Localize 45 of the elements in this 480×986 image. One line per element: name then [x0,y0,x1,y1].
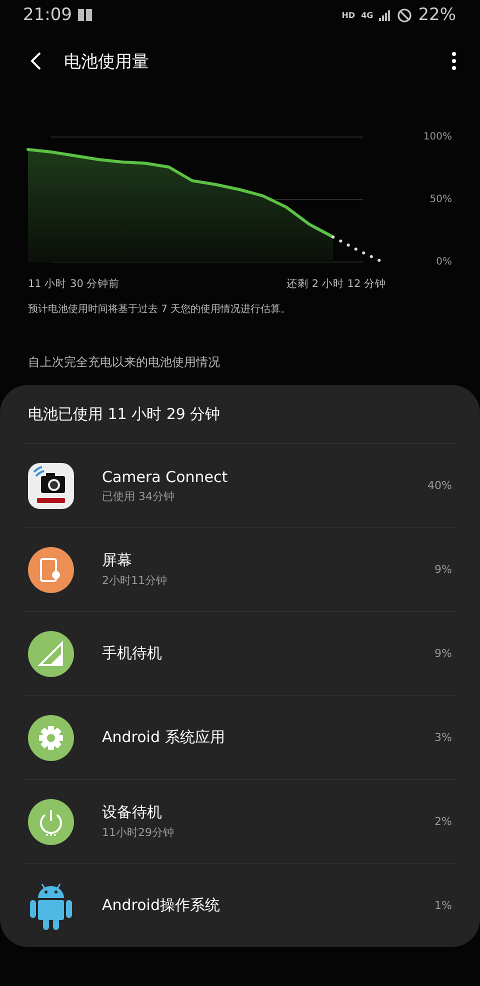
signal-icon [379,10,392,20]
usage-percent: 3% [434,731,452,744]
usage-percent: 40% [428,479,452,492]
usage-summary: 电池已使用 11 小时 29 分钟 [27,404,222,425]
more-options-icon [452,52,456,70]
app-usage-row[interactable]: 手机待机 9% [24,611,456,695]
app-usage-row[interactable]: 屏幕 2小时11分钟 9% [24,527,456,611]
usage-percent: 9% [434,647,452,660]
usage-percent: 2% [434,815,452,828]
usage-percent: 9% [434,563,452,576]
axis-label: 11 小时 30 分钟前 [28,278,120,290]
axis-label: 还剩 2 小时 12 分钟 [286,278,386,290]
power-icon [28,798,74,844]
gear-icon [28,714,74,760]
network-type: 4G [361,10,374,20]
screen-icon [28,546,74,592]
app-name: 屏幕 [102,551,133,570]
app-usage-row[interactable]: 设备待机 11小时29分钟 2% [24,779,456,863]
estimate-note: 预计电池使用时间将基于过去 7 天您的使用情况进行估算。 [27,302,292,316]
notification-icon [78,9,92,21]
axis-label: 0% [436,256,452,268]
app-name: Android 系统应用 [102,728,226,747]
app-name: 设备待机 [102,803,163,822]
back-icon [30,51,42,71]
clock-text: 21:09 [23,5,72,25]
usage-time: 11小时29分钟 [102,825,175,840]
battery-percent: 22% [418,5,456,25]
app-name: Camera Connect [102,468,229,486]
axis-label: 100% [423,132,452,143]
do-not-disturb-icon [397,8,412,22]
app-usage-row[interactable]: Camera Connect 已使用 34分钟 40% [24,443,456,527]
section-title: 自上次完全充电以来的电池使用情况 [27,354,221,371]
usage-percent: 1% [434,899,452,912]
app-name: 手机待机 [102,644,163,663]
usage-time: 已使用 34分钟 [102,488,176,504]
android-robot-icon [28,882,74,930]
app-usage-row[interactable]: Android操作系统 1% [24,863,456,947]
hd-indicator: HD [342,10,356,20]
signal-icon [28,630,74,676]
page-title: 电池使用量 [64,50,149,72]
app-usage-row[interactable]: Android 系统应用 3% [24,695,456,779]
usage-time: 2小时11分钟 [102,573,168,588]
app-name: Android操作系统 [102,896,221,915]
camera-app-icon [28,462,74,508]
axis-label: 50% [430,194,452,206]
